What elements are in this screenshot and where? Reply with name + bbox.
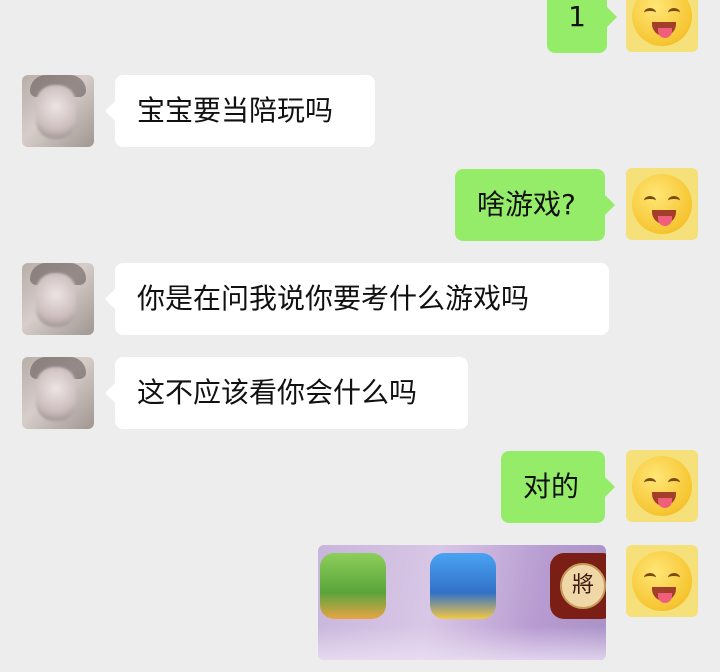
avatar-self[interactable] — [626, 545, 698, 617]
avatar-contact[interactable] — [22, 75, 94, 147]
message-text: 宝宝要当陪玩吗 — [137, 94, 334, 127]
message-bubble-received[interactable]: 这不应该看你会什么吗 — [105, 357, 468, 429]
avatar-contact[interactable] — [22, 357, 94, 429]
message-text: 1 — [568, 0, 586, 33]
emoji-face-icon — [632, 456, 692, 516]
message-text: 啥游戏? — [477, 188, 576, 221]
chess-piece-glyph: 將 — [560, 563, 606, 609]
emoji-face-icon — [632, 551, 692, 611]
mini-world-app-icon — [320, 553, 386, 619]
image-blur-overlay — [318, 626, 606, 660]
avatar-self[interactable] — [626, 168, 698, 240]
message-text: 这不应该看你会什么吗 — [137, 376, 418, 409]
message-bubble-received[interactable]: 你是在问我说你要考什么游戏吗 — [105, 263, 609, 335]
avatar-self[interactable] — [626, 450, 698, 522]
message-bubble-sent[interactable]: 1 — [547, 0, 617, 53]
message-text: 你是在问我说你要考什么游戏吗 — [137, 282, 530, 315]
emoji-face-icon — [632, 174, 692, 234]
avatar-contact[interactable] — [22, 263, 94, 335]
message-bubble-sent[interactable]: 对的 — [501, 451, 615, 523]
avatar-self[interactable] — [626, 0, 698, 52]
emoji-face-icon — [632, 0, 692, 46]
chinese-chess-app-icon: 將 — [550, 553, 606, 619]
cartoon-game-app-icon — [430, 553, 496, 619]
image-message[interactable]: 將 — [318, 545, 606, 660]
message-text: 对的 — [523, 470, 580, 503]
message-bubble-sent[interactable]: 啥游戏? — [455, 169, 615, 241]
message-bubble-received[interactable]: 宝宝要当陪玩吗 — [105, 75, 375, 147]
